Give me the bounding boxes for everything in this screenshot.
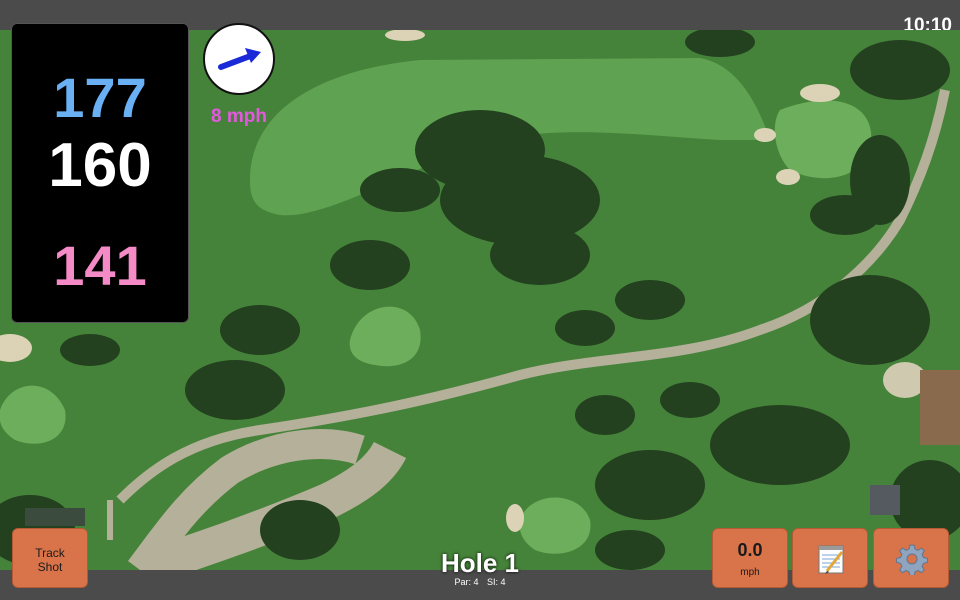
- hole-stroke-index: SI: 4: [487, 577, 506, 587]
- hole-title: Hole 1: [440, 548, 520, 578]
- back-distance: 177: [53, 66, 147, 129]
- wind-speed-label: 8 mph: [211, 106, 267, 127]
- settings-button[interactable]: [873, 528, 949, 588]
- track-shot-label-line1: Track: [35, 546, 65, 560]
- wind-arrow-icon: [218, 48, 261, 70]
- track-shot-button[interactable]: Track Shot: [12, 528, 88, 588]
- gear-icon: [896, 544, 928, 575]
- hole-par: Par: 4: [454, 577, 479, 587]
- wind-speed-unit: mph: [740, 567, 760, 578]
- notes-button[interactable]: [792, 528, 868, 588]
- middle-distance: 160: [48, 131, 152, 200]
- front-distance: 141: [53, 234, 147, 297]
- wind-direction-indicator: [203, 23, 275, 95]
- track-shot-label-line2: Shot: [37, 560, 63, 574]
- distance-panel: 177 160 141: [11, 23, 189, 323]
- wind-speed-button[interactable]: 0.0 mph: [712, 528, 788, 588]
- notepad-icon: [818, 545, 844, 574]
- hole-info: Par: 4 SI: 4: [380, 577, 580, 587]
- wind-speed-value: 0.0: [737, 540, 763, 560]
